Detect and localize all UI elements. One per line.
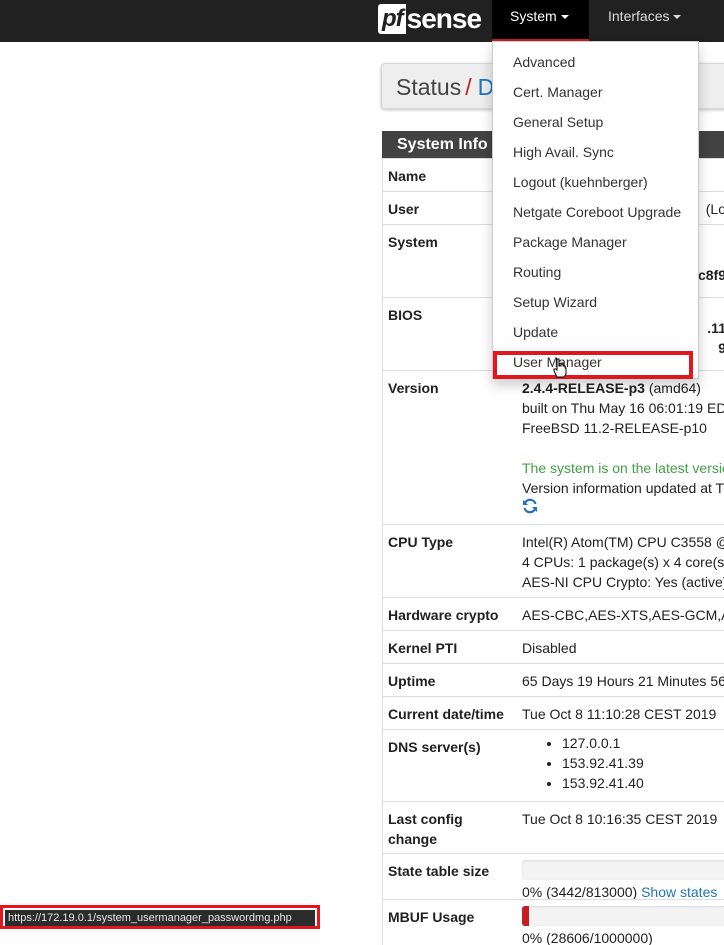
breadcrumb-status: Status [396,74,462,100]
table-row: Last config change Tue Oct 8 10:16:35 CE… [383,801,724,853]
system-dropdown-menu: Advanced Cert. Manager General Setup Hig… [492,41,699,379]
version-freebsd: FreeBSD 11.2-RELEASE-p10 [522,420,707,436]
row-label: Version [388,380,439,396]
version-release: 2.4.4-RELEASE-p3 [522,380,645,396]
table-row: Kernel PTI Disabled [383,630,724,663]
row-label: MBUF Usage [388,909,475,925]
pfsense-logo[interactable]: pf sense [378,2,482,36]
row-value: Tue Oct 8 10:16:35 CEST 2019 [522,811,718,827]
row-value: 127.0.0.1 153.92.41.39 153.92.41.40 [516,730,724,801]
version-updated: Version information updated at T [522,480,724,496]
row-label: State table size [388,863,490,879]
row-value: Intel(R) Atom(TM) CPU C3558 @ 4 CPUs: 1 … [516,525,724,597]
menu-item-update[interactable]: Update [493,317,698,347]
status-url: https://172.19.0.1/system_usermanager_pa… [5,910,315,926]
menu-item-general-setup[interactable]: General Setup [493,107,698,137]
list-item: 153.92.41.39 [562,753,724,773]
cpu-line: Intel(R) Atom(TM) CPU C3558 @ [522,534,724,550]
state-table-value: 0% (3442/813000) [522,884,638,899]
caret-down-icon [673,15,682,20]
nav-system-menu[interactable]: System [492,0,589,42]
row-label: Uptime [388,673,436,689]
caret-down-icon [560,15,569,20]
table-row: State table size 0% (3442/813000) Show s… [383,853,724,899]
version-latest-status: The system is on the latest versio [522,460,724,476]
hand-cursor-icon [553,358,567,378]
row-label: Current date/time [388,706,504,722]
cpu-line: 4 CPUs: 1 package(s) x 4 core(s) [522,554,724,570]
menu-item-package-manager[interactable]: Package Manager [493,227,698,257]
row-value: 2.4.4-RELEASE-p3 (amd64) built on Thu Ma… [516,371,724,524]
show-states-link[interactable]: Show states [641,884,717,899]
list-item: 127.0.0.1 [562,733,724,753]
row-label: DNS server(s) [388,739,481,755]
menu-item-setup-wizard[interactable]: Setup Wizard [493,287,698,317]
browser-status-bar: https://172.19.0.1/system_usermanager_pa… [0,905,320,929]
mbuf-progress-fill [522,906,529,926]
mbuf-progress [522,906,724,926]
row-value: Tue Oct 8 11:10:28 CEST 2019 [522,706,717,722]
row-value: 0% (3442/813000) Show states [516,854,724,899]
list-item: 153.92.41.40 [562,773,724,793]
row-value: 0% (28606/1000000) [516,900,724,945]
row-label-line: change [388,831,438,847]
version-arch: (amd64) [648,380,701,396]
menu-item-advanced[interactable]: Advanced [493,47,698,77]
table-row: MBUF Usage 0% (28606/1000000) [383,899,724,945]
dns-list: 127.0.0.1 153.92.41.39 153.92.41.40 [522,733,724,793]
row-label: CPU Type [388,534,454,550]
table-row: Version 2.4.4-RELEASE-p3 (amd64) built o… [383,370,724,524]
logo-pf-mark: pf [378,4,406,34]
state-table-progress [522,860,724,880]
menu-item-logout[interactable]: Logout (kuehnberger) [493,167,698,197]
nav-system-label: System [510,8,557,24]
table-row: CPU Type Intel(R) Atom(TM) CPU C3558 @ 4… [383,524,724,597]
user-manager-highlight-box [493,351,693,379]
menu-item-coreboot-upgrade[interactable]: Netgate Coreboot Upgrade [493,197,698,227]
table-row: Current date/time Tue Oct 8 11:10:28 CES… [383,696,724,729]
row-value: Disabled [522,640,577,656]
row-label: Last config change [383,802,516,853]
top-navbar: pf sense System Interfaces [0,0,724,42]
table-row: DNS server(s) 127.0.0.1 153.92.41.39 153… [383,729,724,801]
menu-item-cert-manager[interactable]: Cert. Manager [493,77,698,107]
mbuf-value: 0% (28606/1000000) [522,930,653,945]
menu-item-high-avail-sync[interactable]: High Avail. Sync [493,137,698,167]
row-label: Hardware crypto [388,607,499,623]
row-value: AES-CBC,AES-XTS,AES-GCM,AES [522,607,724,623]
row-label-line: Last config [388,811,463,827]
nav-interfaces-label: Interfaces [608,8,670,24]
row-value: 65 Days 19 Hours 21 Minutes 56 [522,673,724,689]
version-built: built on Thu May 16 06:01:19 EDT [522,400,724,416]
menu-item-routing[interactable]: Routing [493,257,698,287]
row-label: Kernel PTI [388,640,458,656]
table-row: Hardware crypto AES-CBC,AES-XTS,AES-GCM,… [383,597,724,630]
refresh-icon[interactable] [522,498,724,519]
table-row: Uptime 65 Days 19 Hours 21 Minutes 56 [383,663,724,696]
nav-interfaces-menu[interactable]: Interfaces [590,0,710,42]
cpu-line: AES-NI CPU Crypto: Yes (active) [522,574,724,590]
breadcrumb-separator: / [465,74,472,100]
logo-sense-text: sense [406,3,482,34]
